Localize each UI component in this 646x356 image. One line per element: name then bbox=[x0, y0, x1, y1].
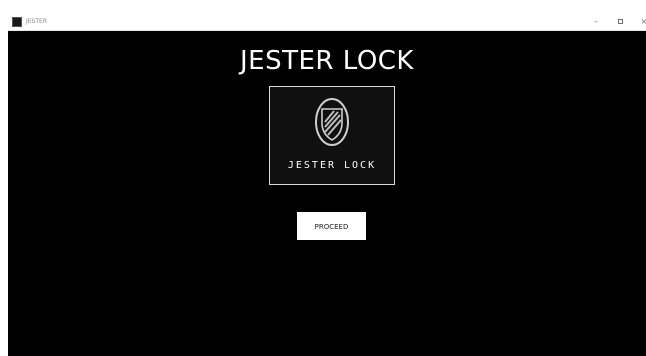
minimize-button[interactable]: – bbox=[584, 14, 608, 30]
title-bar[interactable]: JESTER – × bbox=[8, 14, 646, 31]
close-button[interactable]: × bbox=[632, 14, 646, 30]
maximize-button[interactable] bbox=[608, 14, 632, 30]
app-icon bbox=[12, 17, 22, 27]
logo: JESTER LOCK bbox=[269, 86, 395, 185]
maximize-icon bbox=[617, 19, 623, 24]
app-window: JESTER – × JESTER LOCK JESTER LOCK PROCE… bbox=[8, 14, 646, 356]
window-title: JESTER bbox=[26, 18, 47, 25]
page-title: JESTER LOCK bbox=[240, 46, 414, 76]
logo-text: JESTER LOCK bbox=[287, 160, 377, 171]
proceed-button[interactable]: PROCEED bbox=[297, 212, 366, 240]
